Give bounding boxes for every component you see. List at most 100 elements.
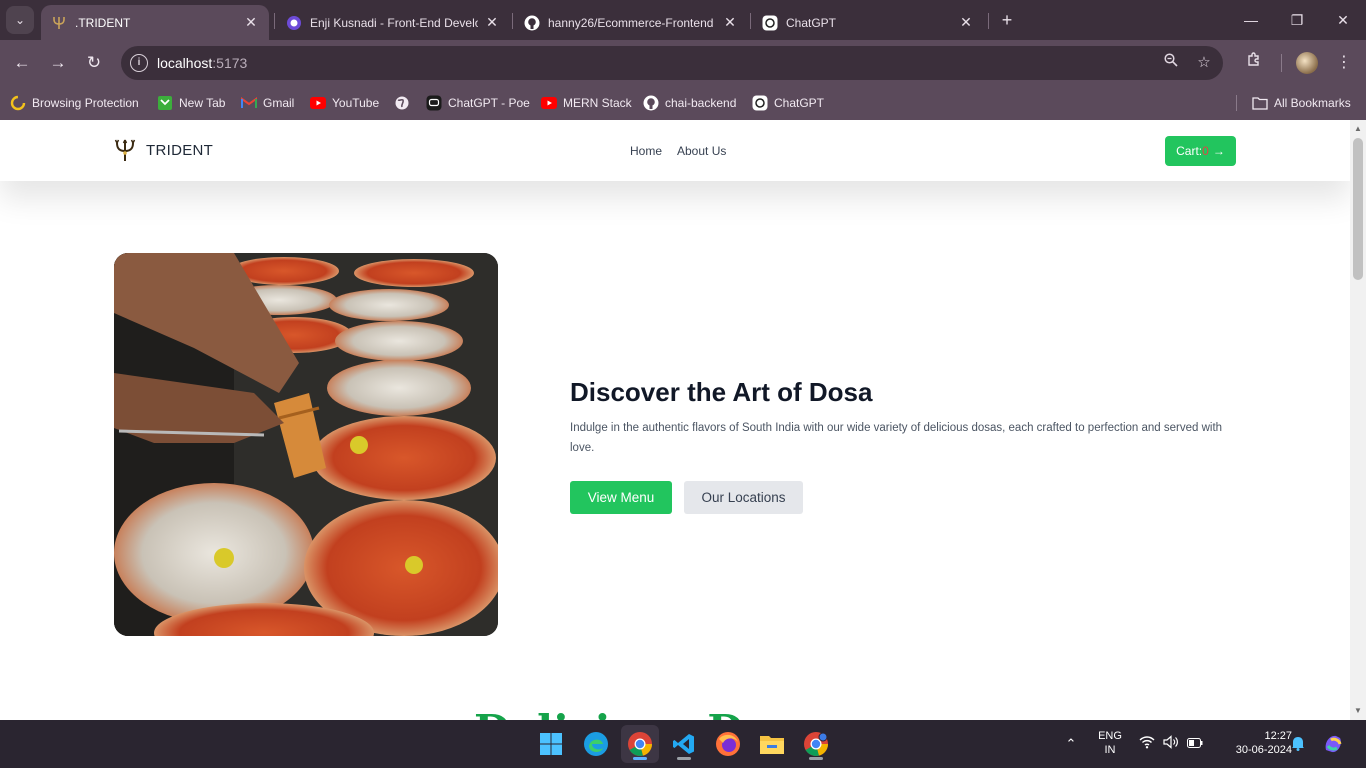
page-viewport: TRIDENT Home About Us Cart: 0 → Discover… [0,120,1350,720]
vscode-icon [673,734,694,754]
nav-link-home[interactable]: Home [630,144,662,158]
brand-name: TRIDENT [146,141,214,159]
extensions-icon[interactable] [1242,51,1266,75]
bookmark-star-icon[interactable]: ☆ [1193,52,1215,74]
taskbar-edge[interactable] [577,725,615,763]
active-indicator [633,757,647,760]
running-indicator [809,757,823,760]
back-button[interactable]: ← [10,51,34,75]
scroll-up-arrow-icon[interactable]: ▲ [1353,124,1363,134]
chatgpt-icon [762,15,778,31]
tab-trident[interactable]: .TRIDENT ✕ [41,5,269,40]
hero-title: Discover the Art of Dosa [570,377,873,407]
cart-label: Cart: [1176,144,1203,158]
close-icon[interactable]: ✕ [722,14,738,31]
tab-chatgpt[interactable]: ChatGPT ✕ [752,5,984,40]
bookmark-browsing-protection[interactable]: Browsing Protection [10,93,139,113]
hero-description: Indulge in the authentic flavors of Sout… [570,422,1223,454]
arrow-left-icon: ← [13,53,31,72]
close-icon[interactable]: ✕ [484,14,500,31]
new-tab-button[interactable]: + [996,9,1018,31]
taskbar-vscode[interactable] [665,725,703,763]
page-scrollbar[interactable]: ▲ ▼ [1350,120,1366,720]
tab-enji-kusnadi[interactable]: Enji Kusnadi - Front-End Develo ✕ [276,5,510,40]
our-locations-button[interactable]: Our Locations [684,481,803,514]
bookmark-label: Gmail [263,96,295,110]
address-url[interactable]: localhost:5173 [157,55,247,71]
bookmark-mern-stack[interactable]: MERN Stack [541,93,632,113]
close-icon[interactable]: ✕ [243,14,259,31]
copilot-icon[interactable] [1322,732,1346,756]
tab-separator [988,13,989,29]
forward-button[interactable]: → [46,51,70,75]
zoom-icon[interactable] [1160,52,1182,74]
tab-search-button[interactable]: ⌄ [6,6,34,34]
scroll-down-arrow-icon[interactable]: ▼ [1353,706,1363,716]
firefox-icon [716,732,740,756]
reload-icon: ↻ [86,53,102,72]
cart-button[interactable]: Cart: 0 → [1165,136,1236,166]
more-menu-icon[interactable]: ⋮ [1332,51,1356,75]
scrollbar-thumb[interactable] [1353,138,1363,280]
bookmark-label: chai-backend [665,96,737,110]
volume-icon[interactable] [1162,735,1180,753]
notification-bell-icon[interactable] [1289,735,1307,753]
wifi-icon[interactable] [1138,735,1156,753]
chatgpt-icon [752,95,768,111]
brand[interactable]: TRIDENT [114,138,213,162]
bookmark-chai-backend[interactable]: chai-backend [643,93,736,113]
close-icon[interactable]: ✕ [958,14,974,31]
start-button[interactable] [532,725,570,763]
bookmark-globe[interactable] [394,93,416,113]
profile-avatar[interactable] [1296,52,1318,74]
tab-separator [750,13,751,29]
poe-icon [426,95,442,111]
bookmark-chatgpt-poe[interactable]: ChatGPT - Poe [426,93,530,113]
taskbar-chrome[interactable] [621,725,659,763]
plus-icon: + [1001,10,1013,30]
globe-icon [394,95,410,111]
chevron-down-icon: ⌄ [14,13,26,27]
nav-link-about-us[interactable]: About Us [677,144,726,158]
bookmark-new-tab[interactable]: New Tab [157,93,225,113]
browser-tab-strip: ⌄ .TRIDENT ✕ Enji Kusnadi - Front-End De… [0,0,1366,40]
folder-icon [760,736,784,754]
bookmark-youtube[interactable]: YouTube [310,93,379,113]
restore-button[interactable]: ❐ [1282,8,1312,32]
show-hidden-icons-chevron-icon[interactable]: ⌃ [1062,735,1080,753]
section-heading: Delicious Dosa [474,706,823,720]
youtube-icon [310,95,326,111]
all-bookmarks-button[interactable]: All Bookmarks [1252,93,1351,113]
running-indicator [677,757,691,760]
site-info-icon[interactable]: i [130,54,148,72]
windows-taskbar: ⌃ ENG IN 12:27 30-06-2024 [0,720,1366,768]
clock-time: 12:27 [1264,730,1292,742]
arrow-right-icon: → [49,53,67,72]
bookmark-gmail[interactable]: Gmail [241,93,294,113]
reload-button[interactable]: ↻ [82,51,106,75]
taskbar-firefox[interactable] [709,725,747,763]
tab-title: hanny26/Ecommerce-Frontend [548,15,714,30]
battery-icon[interactable] [1186,735,1204,753]
restore-icon: ❐ [1290,12,1304,28]
language-indicator[interactable]: ENG IN [1092,730,1128,756]
bookmark-chatgpt[interactable]: ChatGPT [752,93,824,113]
folder-icon [1252,95,1268,111]
bookmark-label: ChatGPT - Poe [448,96,530,110]
edge-icon [584,732,608,756]
taskbar-chrome-profile[interactable] [797,725,835,763]
close-window-button[interactable]: ✕ [1328,8,1358,32]
chrome-icon [628,732,652,756]
tab-github-repo[interactable]: hanny26/Ecommerce-Frontend ✕ [514,5,748,40]
clock[interactable]: 12:27 30-06-2024 [1214,730,1292,756]
trident-favicon-icon [51,15,67,31]
tab-title: ChatGPT [786,15,837,30]
address-bar[interactable]: i localhost:5173 ☆ [121,46,1223,80]
language-code: ENG [1098,730,1122,742]
portfolio-favicon-icon [286,15,302,31]
taskbar-file-explorer[interactable] [753,725,791,763]
view-menu-button[interactable]: View Menu [570,481,672,514]
minimize-button[interactable]: — [1236,8,1266,32]
chrome-profile-icon [804,732,828,756]
trident-logo-icon [114,139,136,161]
